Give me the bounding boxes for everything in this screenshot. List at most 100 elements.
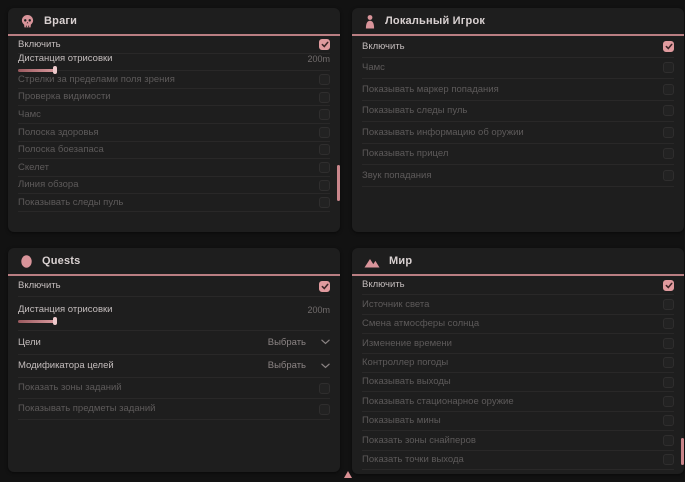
option-row: Стрелки за пределами поля зрения xyxy=(18,71,330,89)
checkbox[interactable] xyxy=(663,127,674,138)
checkbox[interactable] xyxy=(663,41,674,52)
slider-handle[interactable] xyxy=(53,317,57,325)
checkbox[interactable] xyxy=(663,454,674,465)
option-row: Включить xyxy=(362,276,674,295)
option-label: Показывать информацию об оружии xyxy=(362,128,524,138)
option-label: Показывать прицел xyxy=(362,149,448,159)
checkbox[interactable] xyxy=(663,338,674,349)
option-label: Включить xyxy=(362,42,405,52)
quest-icon xyxy=(20,254,33,269)
option-label: Показать зоны заданий xyxy=(18,383,122,393)
panel-title: Враги xyxy=(44,15,77,27)
option-row: Модификатора целей Выбрать xyxy=(18,355,330,379)
panel-header: Враги xyxy=(8,8,340,36)
dropdown[interactable]: Выбрать xyxy=(268,337,330,348)
checkbox[interactable] xyxy=(663,415,674,426)
slider-value: 200m xyxy=(307,305,330,315)
option-label: Стрелки за пределами поля зрения xyxy=(18,75,175,85)
option-row: Чамс xyxy=(362,58,674,80)
option-row: Цели Выбрать xyxy=(18,331,330,355)
panel-header: Quests xyxy=(8,248,340,276)
option-row: Дистанция отрисовки 200m xyxy=(18,54,330,72)
panel-header: Локальный Игрок xyxy=(352,8,684,36)
option-row: Источник света xyxy=(362,295,674,314)
skull-icon xyxy=(20,14,35,29)
panel-title: Локальный Игрок xyxy=(385,15,485,27)
option-label: Дистанция отрисовки xyxy=(18,305,112,315)
option-row: Проверка видимости xyxy=(18,89,330,107)
checkbox[interactable] xyxy=(319,281,330,292)
option-label: Чамс xyxy=(18,110,41,120)
checkbox[interactable] xyxy=(663,170,674,181)
option-label: Звук попадания xyxy=(362,171,432,181)
checkbox[interactable] xyxy=(319,383,330,394)
panel-quests: Quests Включить Дистанция отрисовки 200m Це… xyxy=(8,248,340,472)
option-row: Линия обзора xyxy=(18,177,330,195)
slider-value: 200m xyxy=(307,54,330,64)
chevron-down-icon xyxy=(321,339,330,345)
checkbox[interactable] xyxy=(319,92,330,103)
option-row: Показывать следы пуль xyxy=(362,101,674,123)
checkbox[interactable] xyxy=(319,109,330,120)
option-label: Полоска боезапаса xyxy=(18,145,104,155)
checkbox[interactable] xyxy=(319,144,330,155)
option-label: Скелет xyxy=(18,163,49,173)
checkbox[interactable] xyxy=(663,396,674,407)
option-label: Включить xyxy=(18,281,61,291)
person-icon xyxy=(364,14,376,29)
option-row: Дистанция отрисовки 200m xyxy=(18,297,330,331)
checkbox[interactable] xyxy=(663,318,674,329)
option-label: Показывать предметы заданий xyxy=(18,404,155,414)
option-label: Полоска здоровья xyxy=(18,128,99,138)
checkbox[interactable] xyxy=(663,84,674,95)
checkbox[interactable] xyxy=(663,280,674,291)
option-row: Показывать предметы заданий xyxy=(18,399,330,420)
option-row: Показать зоны заданий xyxy=(18,378,330,399)
option-row: Показывать мины xyxy=(362,412,674,431)
option-label: Показывать мины xyxy=(362,416,441,426)
panel-enemies: Враги ВключитьДистанция отрисовки200mСтр… xyxy=(8,8,340,232)
option-label: Дистанция отрисовки xyxy=(18,54,112,64)
checkbox[interactable] xyxy=(663,299,674,310)
dropdown[interactable]: Выбрать xyxy=(268,360,330,371)
checkbox[interactable] xyxy=(663,105,674,116)
checkbox[interactable] xyxy=(663,377,674,388)
checkbox[interactable] xyxy=(319,404,330,415)
option-row: Показывать прицел xyxy=(362,144,674,166)
mountain-icon xyxy=(364,255,380,268)
checkbox[interactable] xyxy=(319,127,330,138)
option-row: Полоска здоровья xyxy=(18,124,330,142)
triangle-cursor-icon xyxy=(344,471,352,478)
checkbox[interactable] xyxy=(319,180,330,191)
option-row: Включить xyxy=(18,276,330,297)
option-row: Включить xyxy=(362,36,674,58)
option-label: Показывать следы пуль xyxy=(18,198,123,208)
distance-slider[interactable] xyxy=(18,69,330,71)
option-label: Показать зоны снайперов xyxy=(362,436,476,446)
checkbox[interactable] xyxy=(319,162,330,173)
slider-fill xyxy=(18,320,55,323)
option-label: Модификатора целей xyxy=(18,361,114,371)
checkbox[interactable] xyxy=(319,39,330,50)
panel-header: Мир xyxy=(352,248,684,276)
checkbox[interactable] xyxy=(663,148,674,159)
option-row: Показать зоны снайперов xyxy=(362,431,674,450)
option-row: Скелет xyxy=(18,159,330,177)
checkbox[interactable] xyxy=(663,357,674,368)
checkbox[interactable] xyxy=(319,74,330,85)
scrollbar-thumb[interactable] xyxy=(337,165,340,201)
option-row: Полоска боезапаса xyxy=(18,142,330,160)
checkbox[interactable] xyxy=(663,435,674,446)
checkbox[interactable] xyxy=(663,62,674,73)
scrollbar-thumb[interactable] xyxy=(681,438,684,465)
option-label: Цели xyxy=(18,338,41,348)
slider-fill xyxy=(18,69,55,72)
panel-title: Quests xyxy=(42,255,81,267)
option-label: Изменение времени xyxy=(362,339,452,349)
panel-title: Мир xyxy=(389,255,412,267)
checkbox[interactable] xyxy=(319,197,330,208)
option-row: Смена атмосферы солнца xyxy=(362,315,674,334)
option-label: Включить xyxy=(362,280,405,290)
dropdown-value: Выбрать xyxy=(268,360,306,371)
distance-slider[interactable] xyxy=(18,320,330,323)
